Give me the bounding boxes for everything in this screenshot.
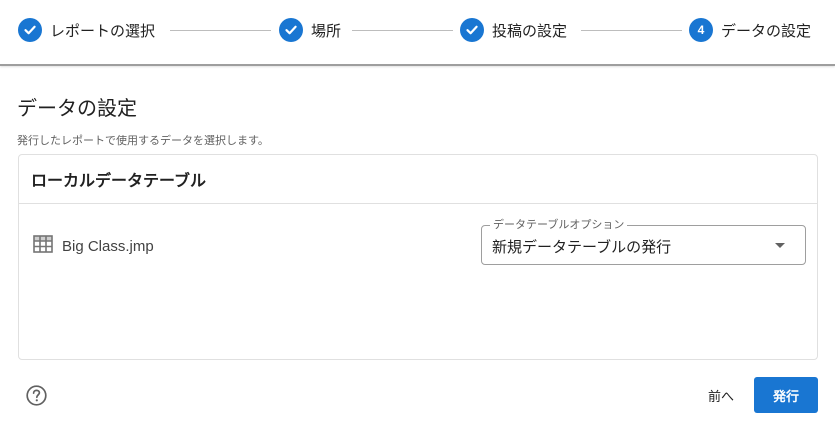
check-icon [18, 18, 42, 42]
step-report-selection[interactable]: レポートの選択 [18, 17, 155, 43]
panel-header: ローカルデータテーブル [19, 155, 817, 204]
step-label: データの設定 [721, 21, 812, 40]
stepper: レポートの選択 場所 投稿の設定 4 データの設定 [0, 0, 835, 66]
step-label: レポートの選択 [50, 21, 156, 40]
data-table-row: Big Class.jmp [33, 235, 154, 257]
check-icon [460, 18, 484, 42]
step-location[interactable]: 場所 [279, 17, 341, 43]
back-button[interactable]: 前へ [698, 378, 744, 412]
step-label: 場所 [311, 21, 342, 40]
publish-button[interactable]: 発行 [754, 377, 818, 413]
data-table-option-select[interactable]: データテーブルオプション 新規データテーブルの発行 [481, 218, 806, 265]
step-connector [170, 30, 271, 31]
page-description: 発行したレポートで使用するデータを選択します。 [17, 134, 269, 147]
panel-title: ローカルデータテーブル [31, 171, 207, 190]
data-table-option-label: データテーブルオプション [490, 218, 628, 232]
step-connector [581, 30, 682, 31]
step-label: 投稿の設定 [492, 21, 568, 40]
step-number: 4 [697, 23, 705, 37]
help-circle-icon[interactable] [26, 385, 47, 410]
check-icon [279, 18, 303, 42]
step-data-settings[interactable]: 4 データの設定 [689, 17, 811, 43]
page-title: データの設定 [17, 96, 137, 120]
step-number-badge: 4 [689, 18, 713, 42]
step-connector [352, 30, 453, 31]
data-table-option-value: 新規データテーブルの発行 [492, 238, 672, 256]
table-icon [33, 235, 53, 257]
dropdown-arrow-icon [775, 243, 785, 248]
data-table-option-field: データテーブルオプション 新規データテーブルの発行 [481, 218, 806, 265]
local-data-table-panel: ローカルデータテーブル Big Class.jmp データテーブルオプション 新… [18, 154, 818, 360]
step-post-settings[interactable]: 投稿の設定 [460, 17, 567, 43]
data-table-name: Big Class.jmp [62, 237, 154, 255]
